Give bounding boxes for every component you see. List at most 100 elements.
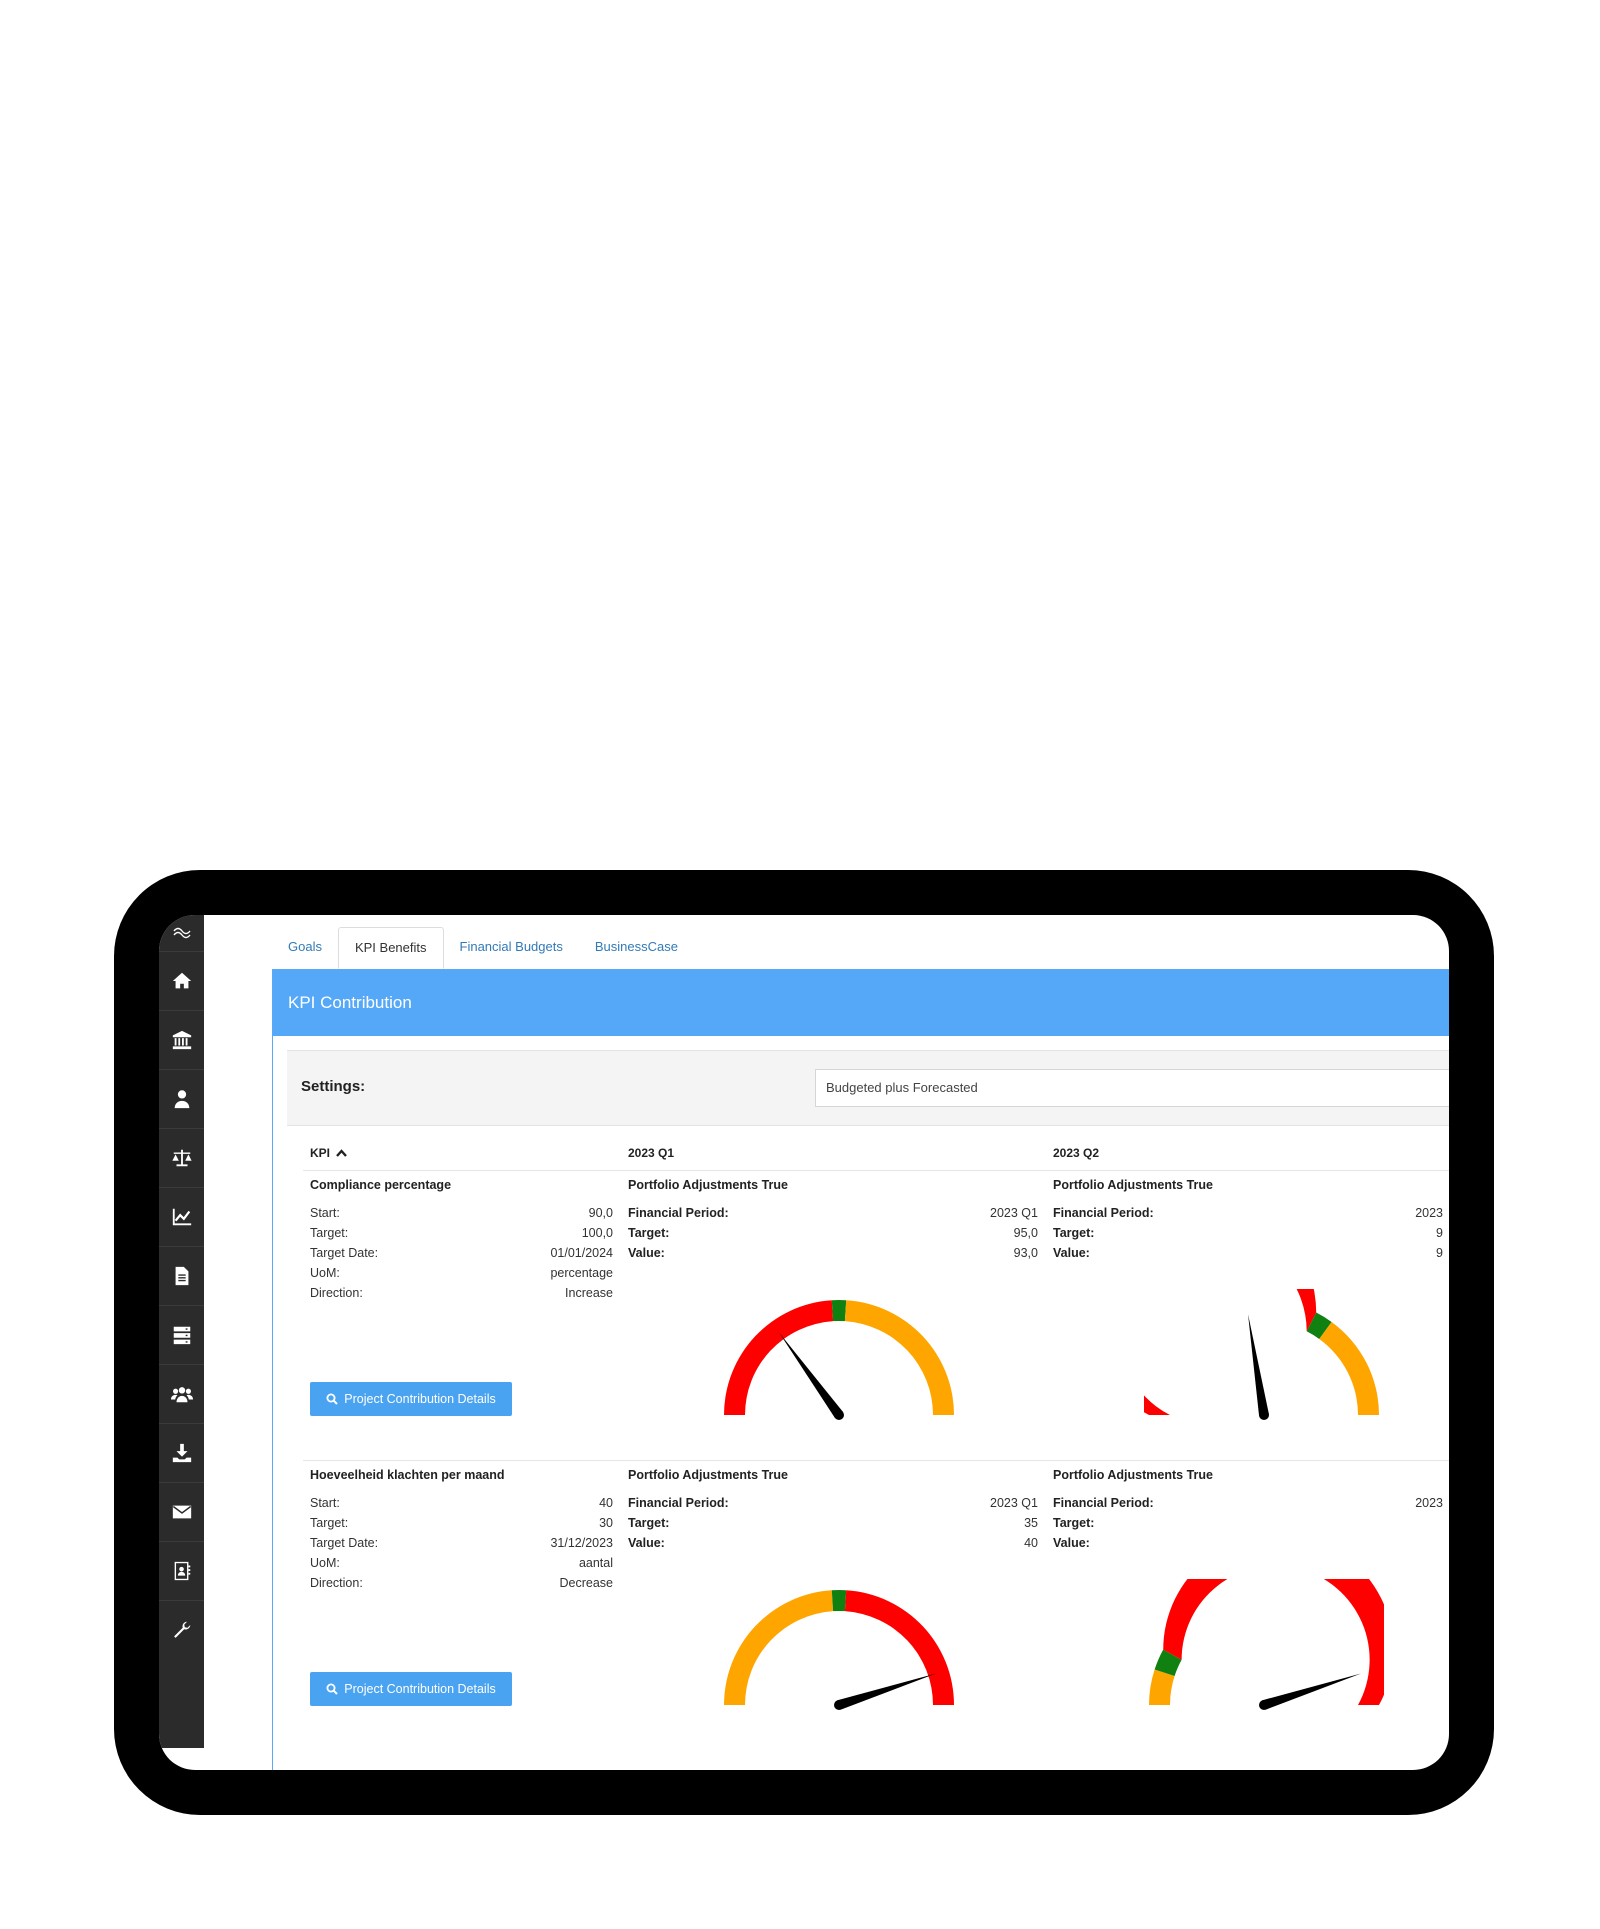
- start-value: 90,0: [588, 1206, 613, 1220]
- chevron-up-icon: [336, 1149, 347, 1157]
- wrench-icon[interactable]: [159, 1600, 204, 1659]
- fin-target-value: 95,0: [1013, 1226, 1038, 1240]
- kpi-row-1-q1: Portfolio Adjustments True Financial Per…: [628, 1178, 1038, 1268]
- fin-value-value: 40: [1024, 1536, 1038, 1550]
- gauge-zone-red: [724, 1300, 834, 1415]
- tab-financial-budgets[interactable]: Financial Budgets: [444, 927, 579, 969]
- gauge-chart: [1144, 1289, 1379, 1420]
- gauge-hub: [1259, 1700, 1269, 1710]
- uom-value: percentage: [550, 1266, 613, 1280]
- line-chart-icon[interactable]: [159, 1187, 204, 1246]
- tab-goals[interactable]: Goals: [272, 927, 338, 969]
- search-icon: [326, 1393, 338, 1405]
- tablet-frame: Goals KPI Benefits Financial Budgets Bus…: [114, 870, 1494, 1815]
- settings-select[interactable]: Budgeted plus Forecasted: [815, 1069, 1449, 1107]
- settings-bar: Settings: Budgeted plus Forecasted: [287, 1050, 1449, 1126]
- kpi-row-1-info: Compliance percentage Start: 90,0 Target:…: [310, 1178, 613, 1338]
- target-value: 100,0: [581, 1226, 613, 1240]
- button-label: Project Contribution Details: [344, 1392, 496, 1406]
- tablet-screen: Goals KPI Benefits Financial Budgets Bus…: [159, 915, 1449, 1770]
- q1-column-header: 2023 Q1: [628, 1146, 675, 1160]
- gauge-zone-orange: [1149, 1669, 1175, 1705]
- search-icon: [326, 1683, 338, 1695]
- fin-period-value: 2023 Q1: [990, 1206, 1038, 1220]
- target-date-value: 31/12/2023: [550, 1536, 613, 1550]
- kpi-column-header[interactable]: KPI: [310, 1146, 347, 1160]
- target-value: 30: [599, 1516, 613, 1530]
- fin-period-label: Financial Period:: [1053, 1206, 1154, 1220]
- kpi-column-label: KPI: [310, 1146, 331, 1160]
- gauge-zone-orange: [844, 1300, 954, 1415]
- gauge-chart: [1149, 1579, 1384, 1710]
- direction-label: Direction:: [310, 1286, 363, 1300]
- kpi-row-2-q1: Portfolio Adjustments True Financial Per…: [628, 1468, 1038, 1558]
- home-icon[interactable]: [159, 951, 204, 1010]
- gauge-zone-red: [844, 1590, 954, 1705]
- envelope-icon[interactable]: [159, 1482, 204, 1541]
- document-icon[interactable]: [159, 1246, 204, 1305]
- kpi-name: Compliance percentage: [310, 1178, 452, 1192]
- start-label: Start:: [310, 1496, 340, 1510]
- download-icon[interactable]: [159, 1423, 204, 1482]
- row-divider: [303, 1460, 1449, 1461]
- gauge-zone-green: [831, 1300, 847, 1322]
- main-content: Goals KPI Benefits Financial Budgets Bus…: [204, 915, 1449, 1770]
- target-label: Target:: [310, 1516, 349, 1530]
- target-date-value: 01/01/2024: [550, 1246, 613, 1260]
- fin-target-label: Target:: [1053, 1516, 1095, 1530]
- tab-businesscase[interactable]: BusinessCase: [579, 927, 694, 969]
- direction-value: Increase: [565, 1286, 613, 1300]
- fin-value-value: 9: [1436, 1246, 1443, 1260]
- logo-icon[interactable]: [159, 915, 204, 951]
- fin-value-label: Value:: [628, 1536, 665, 1550]
- gauge-zone-green: [831, 1590, 847, 1612]
- kpi-name: Hoeveelheid klachten per maand: [310, 1468, 505, 1482]
- users-icon[interactable]: [159, 1364, 204, 1423]
- fin-period-label: Financial Period:: [1053, 1496, 1154, 1510]
- fin-target-value: 35: [1024, 1516, 1038, 1530]
- fin-target-label: Target:: [1053, 1226, 1095, 1240]
- contact-card-icon[interactable]: [159, 1541, 204, 1600]
- kpi-row-2-info: Hoeveelheid klachten per maand Start: 40 …: [310, 1468, 613, 1628]
- fin-value-label: Value:: [628, 1246, 665, 1260]
- gauge-chart: [724, 1300, 954, 1420]
- target-date-label: Target Date:: [310, 1246, 379, 1260]
- project-contribution-details-button[interactable]: Project Contribution Details: [310, 1382, 512, 1416]
- fin-target-label: Target:: [628, 1516, 670, 1530]
- fin-target-label: Target:: [628, 1226, 670, 1240]
- fin-target-value: 9: [1436, 1226, 1443, 1240]
- fin-value-label: Value:: [1053, 1246, 1090, 1260]
- start-label: Start:: [310, 1206, 340, 1220]
- target-label: Target:: [310, 1226, 349, 1240]
- gauge-zone-red: [1144, 1289, 1317, 1415]
- tab-bar: Goals KPI Benefits Financial Budgets Bus…: [272, 925, 1449, 969]
- fin-value-value: 93,0: [1013, 1246, 1038, 1260]
- bank-icon[interactable]: [159, 1010, 204, 1069]
- gauge-chart: [724, 1590, 954, 1710]
- period-title: Portfolio Adjustments True: [628, 1178, 788, 1192]
- uom-label: UoM:: [310, 1266, 340, 1280]
- header-divider: [303, 1170, 1449, 1171]
- server-icon[interactable]: [159, 1305, 204, 1364]
- kpi-row-1-q2: Portfolio Adjustments True Financial Per…: [1053, 1178, 1443, 1268]
- gauge-zone-orange: [724, 1590, 834, 1705]
- period-title: Portfolio Adjustments True: [628, 1468, 788, 1482]
- period-title: Portfolio Adjustments True: [1053, 1178, 1213, 1192]
- gauge-hub: [834, 1410, 844, 1420]
- kpi-row-2-q2: Portfolio Adjustments True Financial Per…: [1053, 1468, 1443, 1558]
- start-value: 40: [599, 1496, 613, 1510]
- project-contribution-details-button[interactable]: Project Contribution Details: [310, 1672, 512, 1706]
- fin-period-value: 2023 Q1: [990, 1496, 1038, 1510]
- uom-value: aantal: [578, 1556, 613, 1570]
- fin-period-value: 2023: [1415, 1206, 1443, 1220]
- user-icon[interactable]: [159, 1069, 204, 1128]
- fin-period-label: Financial Period:: [628, 1496, 729, 1510]
- tab-kpi-benefits[interactable]: KPI Benefits: [337, 927, 444, 969]
- button-label: Project Contribution Details: [344, 1682, 496, 1696]
- fin-period-label: Financial Period:: [628, 1206, 729, 1220]
- kpi-contribution-panel: KPI Contribution Settings: Budgeted plus…: [272, 969, 1449, 1770]
- settings-label: Settings:: [301, 1078, 366, 1095]
- panel-title: KPI Contribution: [273, 970, 1449, 1036]
- gauge-hub: [1259, 1410, 1269, 1420]
- balance-scale-icon[interactable]: [159, 1128, 204, 1187]
